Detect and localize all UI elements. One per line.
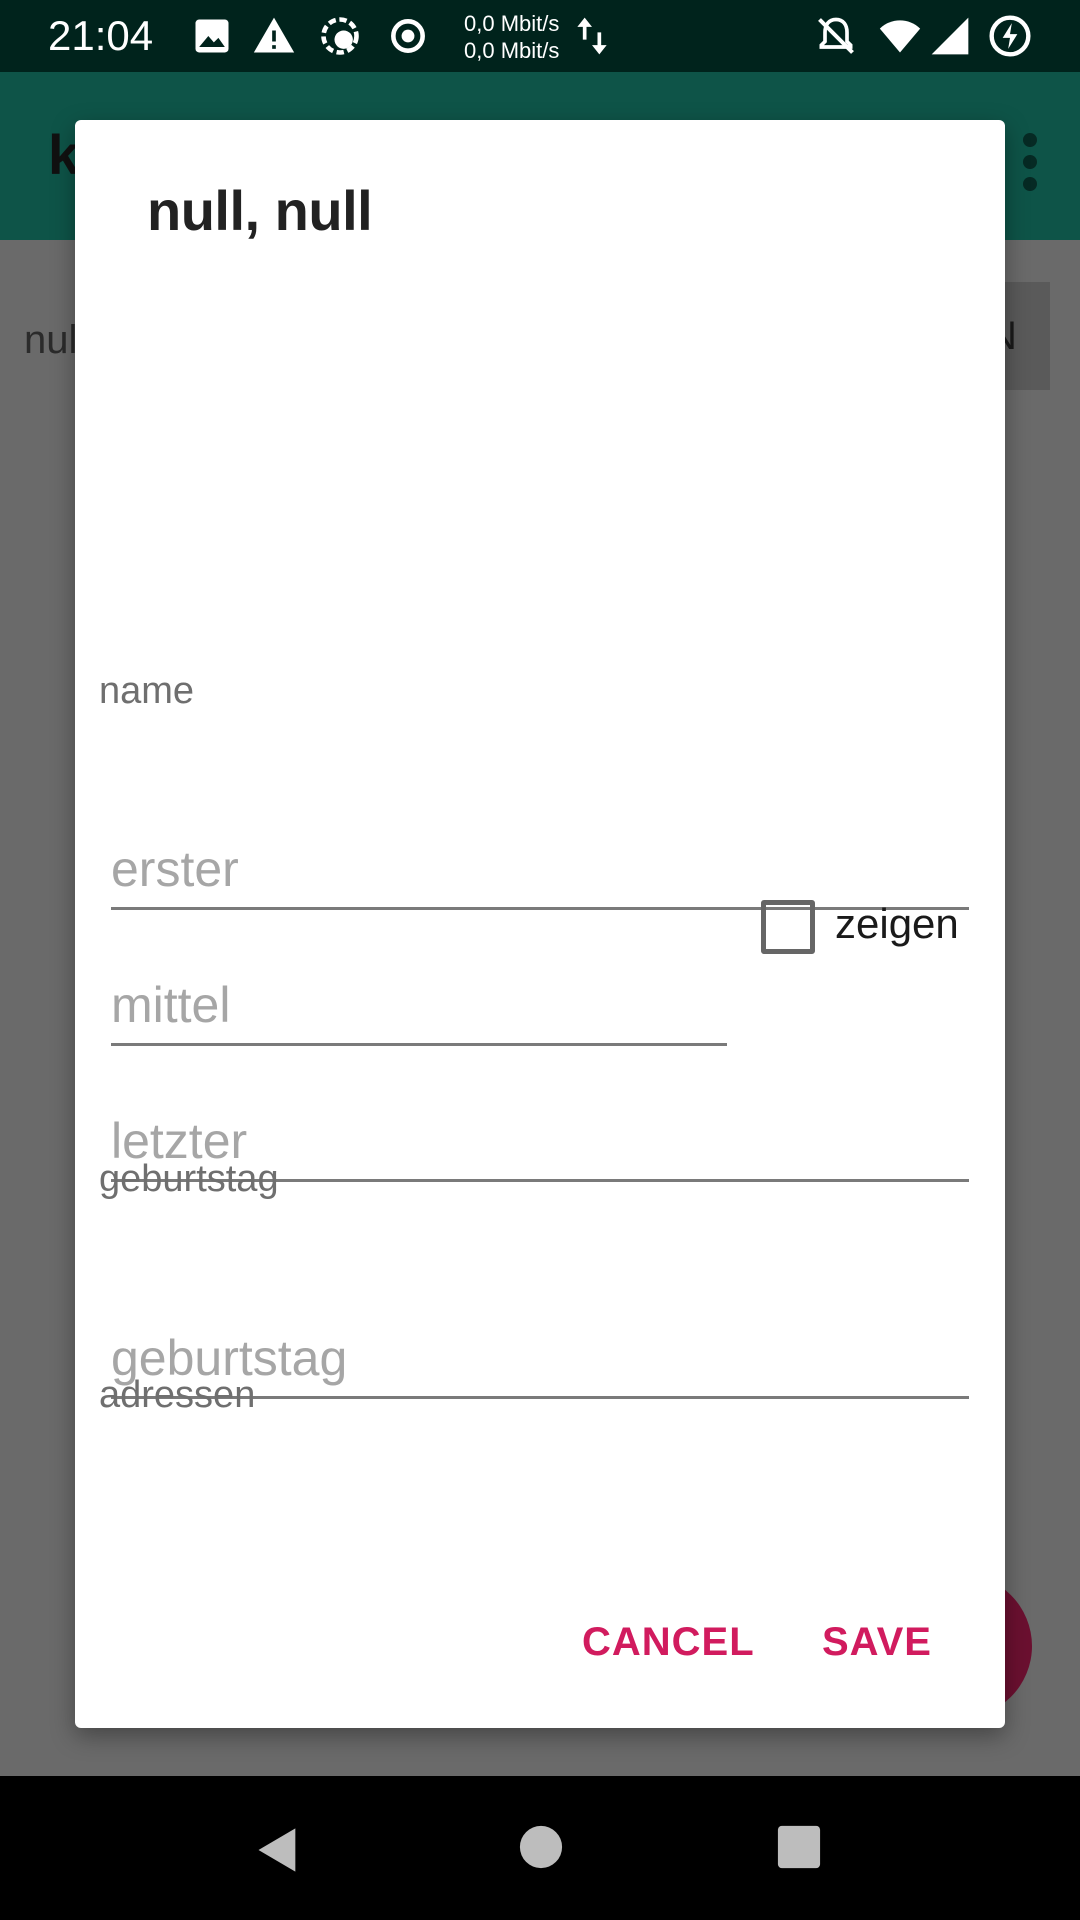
- show-middle-name-checkbox[interactable]: [761, 900, 815, 954]
- first-name-input[interactable]: [111, 830, 969, 907]
- name-section-label: name: [99, 670, 195, 712]
- download-speed: 0,0 Mbit/s: [464, 38, 560, 63]
- overflow-menu-icon: [1023, 133, 1037, 191]
- addresses-section-label: adressen: [99, 1374, 256, 1416]
- status-bar: 21:04 0,0 Mbit/s 0,0 Mbit/s: [0, 0, 1080, 72]
- battery-charging-icon: [989, 15, 1031, 57]
- first-name-field: [111, 830, 969, 910]
- home-icon[interactable]: [518, 1824, 564, 1870]
- upload-speed: 0,0 Mbit/s: [464, 11, 560, 36]
- recents-icon[interactable]: [776, 1824, 822, 1870]
- show-checkbox-label: zeigen: [835, 900, 959, 947]
- background-row-text: nul: [24, 318, 78, 362]
- birthday-section-label: geburtstag: [99, 1158, 279, 1200]
- sync-icon: [321, 17, 359, 55]
- back-icon[interactable]: [252, 1824, 304, 1876]
- screen: 21:04 0,0 Mbit/s 0,0 Mbit/s k nul null, …: [0, 0, 1080, 1920]
- dialog-title: null, null: [147, 179, 373, 242]
- edit-contact-dialog: null, null name zeigen geburtstag adress…: [75, 120, 1005, 1728]
- navigation-bar: [0, 1776, 1080, 1920]
- warning-icon: [253, 17, 295, 53]
- wifi-icon: [879, 20, 921, 53]
- save-button[interactable]: SAVE: [822, 1620, 932, 1665]
- data-arrows-icon: [577, 17, 607, 55]
- muted-bell-icon: [818, 17, 854, 54]
- status-time: 21:04: [48, 12, 154, 59]
- network-speed: 0,0 Mbit/s 0,0 Mbit/s: [464, 10, 559, 64]
- middle-name-input[interactable]: [111, 966, 727, 1043]
- cancel-button[interactable]: CANCEL: [582, 1620, 755, 1665]
- middle-name-field: [111, 966, 727, 1046]
- signal-icon: [931, 17, 969, 55]
- image-icon: [195, 19, 229, 53]
- record-icon: [391, 19, 425, 53]
